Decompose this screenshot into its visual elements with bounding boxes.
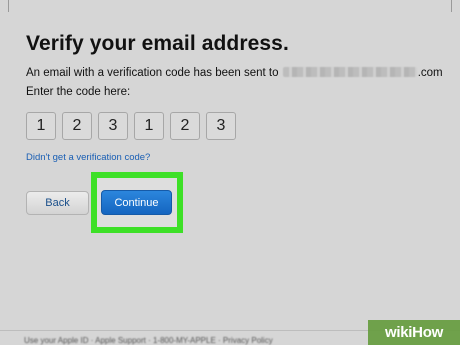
continue-button[interactable]: Continue (101, 190, 172, 215)
code-digit-2[interactable]: 2 (62, 112, 92, 140)
sent-message: An email with a verification code has be… (26, 67, 456, 79)
right-edge-line (451, 0, 452, 12)
code-digit-5[interactable]: 2 (170, 112, 200, 140)
wikihow-watermark: wikiHow (368, 320, 460, 345)
sent-message-text: An email with a verification code has be… (26, 67, 279, 79)
back-button[interactable]: Back (26, 191, 89, 215)
code-digit-1[interactable]: 1 (26, 112, 56, 140)
code-digit-4[interactable]: 1 (134, 112, 164, 140)
code-digit-6[interactable]: 3 (206, 112, 236, 140)
footer-text: Use your Apple ID · Apple Support · 1-80… (24, 336, 273, 345)
enter-code-label: Enter the code here: (26, 86, 131, 98)
top-divider (0, 0, 460, 12)
code-digit-3[interactable]: 3 (98, 112, 128, 140)
page-title: Verify your email address. (26, 32, 289, 55)
email-suffix: .com (417, 67, 443, 79)
left-edge-line (8, 0, 9, 12)
resend-code-link[interactable]: Didn't get a verification code? (26, 152, 150, 163)
redacted-email (282, 67, 417, 77)
verification-code-inputs: 1 2 3 1 2 3 (26, 112, 236, 140)
